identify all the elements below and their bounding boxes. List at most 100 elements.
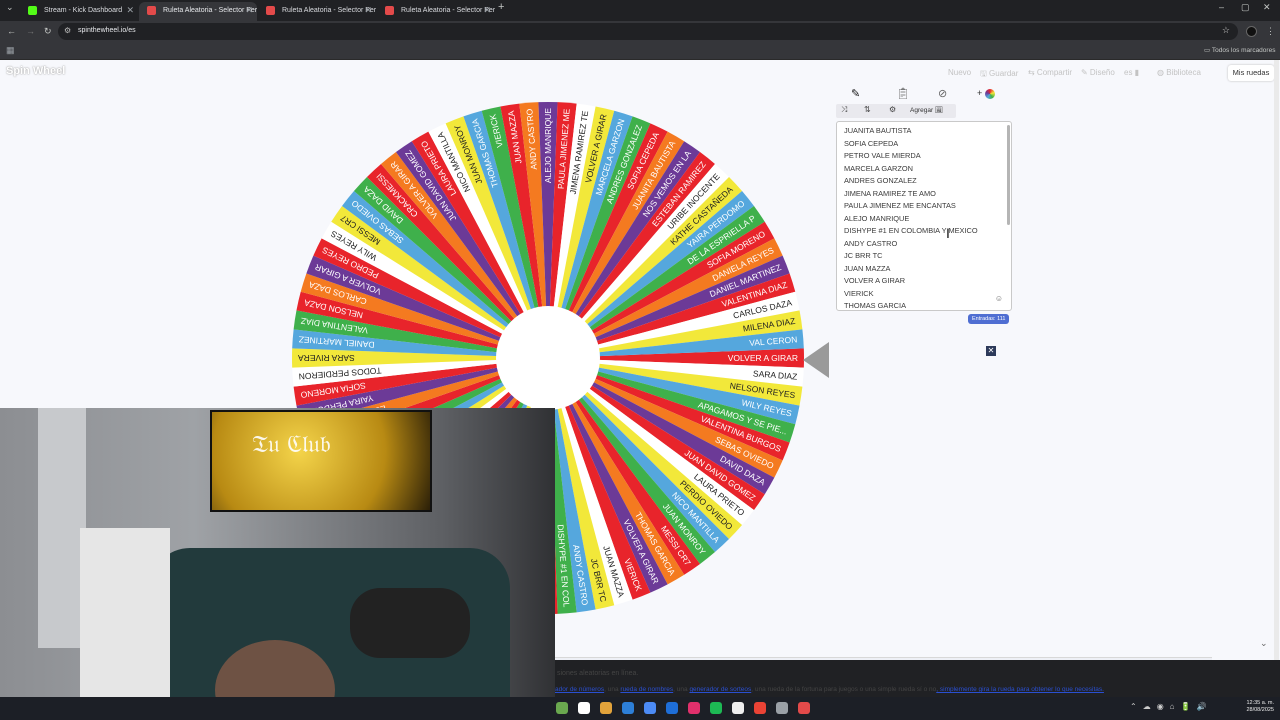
nav-nuevo[interactable]: Nuevo xyxy=(948,68,971,77)
webcam-chair xyxy=(80,528,170,708)
nav-diseo[interactable]: ✎ Diseño xyxy=(1081,68,1115,77)
footer-line-1: siones aleatorias en línea. xyxy=(557,670,639,677)
nav-biblioteca[interactable]: ◍ Biblioteca xyxy=(1157,68,1201,77)
footer-text: , una xyxy=(604,686,621,693)
tiktok-icon[interactable] xyxy=(732,702,744,714)
edge-icon[interactable] xyxy=(622,702,634,714)
tab-favicon-icon xyxy=(28,6,37,15)
browser-tab[interactable]: Stream - Kick Dashboard ✕ xyxy=(20,2,138,21)
entries-count-badge: Entradas: 111 xyxy=(968,314,1010,324)
footer-text: , una rueda de la fortuna para juegos o … xyxy=(751,686,899,693)
add-color-icon[interactable]: + xyxy=(977,88,995,99)
footer-link[interactable]: ador de números xyxy=(555,686,604,693)
wheel-center[interactable] xyxy=(496,306,600,410)
tab-close-icon[interactable]: ✕ xyxy=(364,2,372,19)
files-icon[interactable] xyxy=(600,702,612,714)
entry-line: DISHYPE #1 EN COLOMBIA Y MEXICO xyxy=(844,226,978,235)
tab-close-icon[interactable]: ✕ xyxy=(126,2,134,19)
text-cursor-icon: I xyxy=(946,225,950,241)
tv-logo-image: 𝔗𝔲 ℭ𝔩𝔲𝔟 xyxy=(252,430,331,458)
info-section xyxy=(555,657,1212,660)
app-icon[interactable] xyxy=(798,702,810,714)
tv-screen-image: 𝔗𝔲 ℭ𝔩𝔲𝔟 xyxy=(210,410,432,512)
minimize-button[interactable]: – xyxy=(1219,0,1224,18)
windows-taskbar: ⌃☁◉⌂🔋🔊 12:35 a. m. 28/08/2025 xyxy=(0,697,1280,720)
settings-gear-icon[interactable]: ⚙ xyxy=(889,105,896,114)
wheel-pointer-icon xyxy=(803,342,829,378)
taskbar-clock[interactable]: 12:35 a. m. 28/08/2025 xyxy=(1240,700,1274,714)
new-tab-button[interactable]: + xyxy=(498,0,504,18)
nav-es[interactable]: es ▮ xyxy=(1124,68,1139,77)
spotify-icon[interactable] xyxy=(710,702,722,714)
clock-date: 28/08/2025 xyxy=(1246,707,1274,713)
nav-guardar[interactable]: 🖫 Guardar xyxy=(980,68,1018,82)
explorer-icon[interactable] xyxy=(556,702,568,714)
zoom-icon[interactable] xyxy=(644,702,656,714)
sort-icon[interactable]: ⇅ xyxy=(864,105,871,114)
footer-link[interactable]: , simplemente gira la rueda para obtener… xyxy=(936,686,1104,693)
shuffle-icon[interactable]: ⤨ xyxy=(841,105,847,115)
entry-line: JUAN MAZZA xyxy=(844,263,891,273)
back-icon[interactable]: ← xyxy=(7,21,16,42)
chrome-icon[interactable] xyxy=(754,702,766,714)
wheel-label: SARA RIVERA xyxy=(298,353,355,363)
tray-icons[interactable]: ⌃☁◉⌂🔋🔊 xyxy=(1130,702,1212,711)
webcam-person xyxy=(350,588,470,658)
entry-line: ANDY CASTRO xyxy=(844,238,898,248)
entry-line: JUANITA BAUTISTA xyxy=(844,126,912,135)
maximize-button[interactable]: ▢ xyxy=(1241,0,1250,18)
emoji-icon[interactable]: ☺ xyxy=(995,294,1003,303)
url-text: spinthewheel.io/es xyxy=(78,27,136,34)
browser-tab[interactable]: Ruleta Aleatoria - Selector Pers ✕ xyxy=(139,2,257,21)
site-logo[interactable]: Spin Wheel xyxy=(6,65,65,77)
outlook-icon[interactable] xyxy=(666,702,678,714)
forward-icon[interactable]: → xyxy=(26,21,35,42)
instagram-icon[interactable] xyxy=(688,702,700,714)
clipboard-icon[interactable]: 📋︎ xyxy=(896,87,910,100)
browser-tab[interactable]: Ruleta Aleatoria - Selector Pers ✕ xyxy=(377,2,495,21)
bookmarks-label: Todos los marcadores xyxy=(1211,47,1276,54)
hide-eye-icon[interactable]: ⊘ xyxy=(938,87,947,100)
tab-title: Ruleta Aleatoria - Selector Pers xyxy=(401,7,495,14)
footer-link[interactable]: generador de sorteos xyxy=(689,686,751,693)
entry-line: ALEJO MANRIQUE xyxy=(844,213,910,223)
entry-line: JC BRR TC xyxy=(844,251,883,260)
site-info-icon[interactable]: ⚙ xyxy=(64,26,71,35)
tab-title: Ruleta Aleatoria - Selector Pers xyxy=(163,7,257,14)
profile-avatar[interactable] xyxy=(1246,26,1257,37)
page-scrollbar[interactable] xyxy=(1274,60,1279,660)
apps-icon[interactable]: ▦ xyxy=(6,45,15,56)
footer-line-2: ador de números, una rueda de nombres, u… xyxy=(555,686,1104,693)
footer-text: , una xyxy=(673,686,690,693)
my-wheels-button[interactable]: Mis ruedas xyxy=(1228,65,1274,81)
entry-line: VOLVER A GIRAR xyxy=(844,276,906,285)
scroll-down-icon[interactable]: ⌄ xyxy=(1260,638,1268,649)
tab-close-icon[interactable]: ✕ xyxy=(483,2,491,19)
tab-favicon-icon xyxy=(147,6,156,15)
menu-icon[interactable]: ⋮ xyxy=(1266,21,1275,42)
entry-line: PETRO VALE MIERDA xyxy=(844,151,921,160)
tab-close-icon[interactable]: ✕ xyxy=(245,2,253,19)
bookmark-star-icon[interactable]: ☆ xyxy=(1222,25,1230,36)
tab-search-icon[interactable]: ⌄ xyxy=(6,0,14,18)
wheel-label: ALEJO MANRIQUE xyxy=(543,108,553,183)
folder-icon[interactable] xyxy=(578,702,590,714)
footer-link[interactable]: rueda de nombres xyxy=(620,686,673,693)
close-window-button[interactable]: ✕ xyxy=(1263,0,1271,18)
all-bookmarks-link[interactable]: ▭ Todos los marcadores xyxy=(1204,46,1275,54)
entries-scrollbar[interactable] xyxy=(1007,125,1010,225)
folder-icon: ▭ xyxy=(1204,47,1211,54)
reload-icon[interactable]: ↻ xyxy=(44,21,52,42)
address-bar[interactable]: ⚙ spinthewheel.io/es ☆ xyxy=(58,23,1238,40)
browser-tab[interactable]: Ruleta Aleatoria - Selector Pers ✕ xyxy=(258,2,376,21)
nav-compartir[interactable]: ⇆ Compartir xyxy=(1028,68,1072,77)
edit-pencil-icon[interactable]: ✎ xyxy=(851,87,860,100)
settings-icon[interactable] xyxy=(776,702,788,714)
entry-line: SOFIA CEPEDA xyxy=(844,138,899,148)
tab-favicon-icon xyxy=(385,6,394,15)
entries-textarea[interactable]: JUANITA BAUTISTA SOFIA CEPEDA PETRO VALE M… xyxy=(836,121,1012,311)
entry-line: ANDRES GONZALEZ xyxy=(844,176,917,185)
close-box-icon[interactable]: ✕ xyxy=(986,346,996,356)
add-image-button[interactable]: Agregar 🖼︎ xyxy=(910,105,943,117)
wheel-label: VOLVER A GIRAR xyxy=(728,353,798,363)
